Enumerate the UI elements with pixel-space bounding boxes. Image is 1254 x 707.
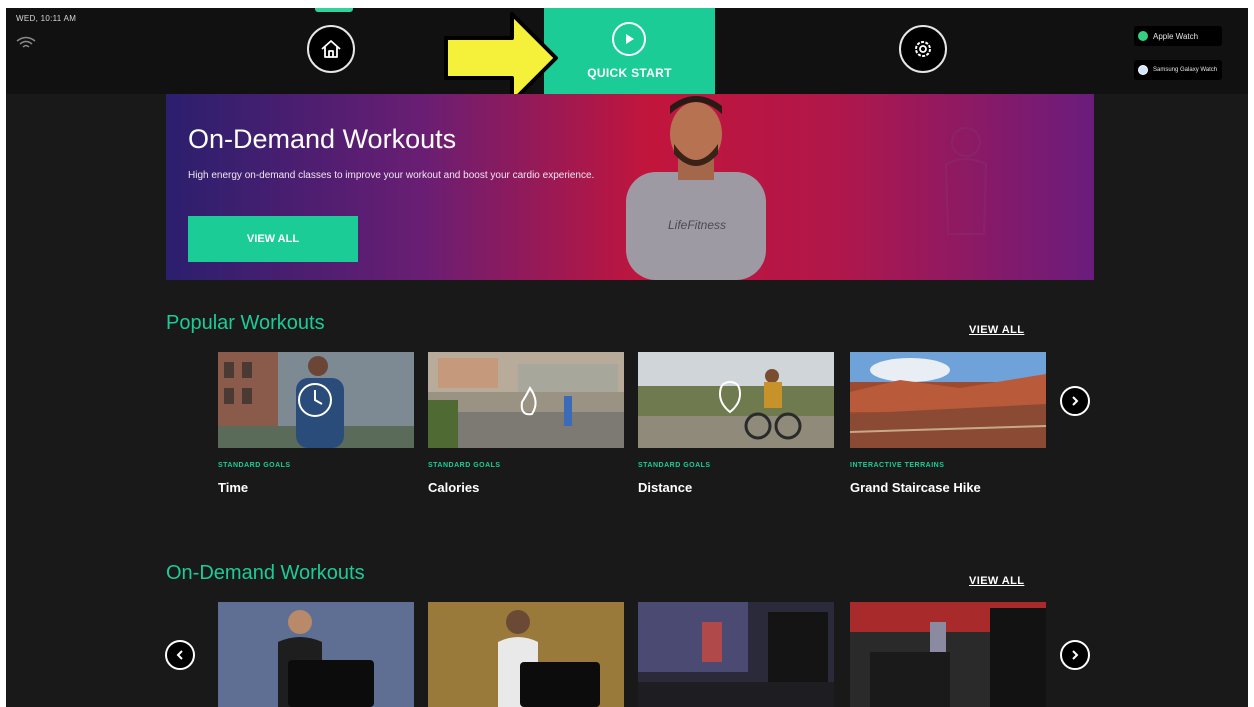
ondemand-thumbnail-2[interactable] bbox=[428, 602, 624, 707]
home-button[interactable] bbox=[307, 25, 355, 73]
workout-category: STANDARD GOALS bbox=[428, 462, 501, 469]
apple-watch-icon bbox=[1138, 31, 1148, 41]
samsung-icon bbox=[1138, 65, 1148, 75]
ondemand-next-button[interactable] bbox=[1060, 640, 1090, 670]
ondemand-prev-button[interactable] bbox=[165, 640, 195, 670]
workout-thumbnail bbox=[218, 352, 414, 448]
workout-title: Time bbox=[218, 480, 249, 495]
workout-thumbnail bbox=[638, 352, 834, 448]
hero-subtitle: High energy on-demand classes to improve… bbox=[188, 170, 595, 181]
status-clock: WED, 10:11 AM bbox=[16, 14, 77, 23]
hero-title: On-Demand Workouts bbox=[188, 124, 457, 154]
app-screen: WED, 10:11 AM QUICK START Apple Watch Sa… bbox=[6, 8, 1248, 707]
annotation-arrow-icon bbox=[444, 12, 558, 104]
ondemand-workouts-title: On-Demand Workouts bbox=[166, 562, 365, 584]
workout-category: STANDARD GOALS bbox=[638, 462, 711, 469]
svg-text:LifeFitness: LifeFitness bbox=[668, 218, 726, 232]
instructor-image: LifeFitness bbox=[626, 96, 766, 280]
workout-title: Grand Staircase Hike bbox=[850, 480, 981, 495]
ondemand-thumbnail-4[interactable] bbox=[850, 602, 1046, 707]
active-tab-indicator bbox=[315, 8, 353, 12]
top-bar: WED, 10:11 AM QUICK START Apple Watch Sa… bbox=[6, 8, 1248, 94]
workout-category: INTERACTIVE TERRAINS bbox=[850, 462, 945, 469]
chevron-left-icon bbox=[176, 650, 183, 660]
workout-category: STANDARD GOALS bbox=[218, 462, 291, 469]
quick-start-button[interactable]: QUICK START bbox=[544, 8, 715, 94]
workout-card-calories[interactable]: STANDARD GOALS Calories bbox=[428, 352, 624, 502]
hero-view-all-button[interactable]: VIEW ALL bbox=[188, 216, 358, 262]
home-icon bbox=[321, 40, 341, 58]
workout-title: Distance bbox=[638, 480, 693, 495]
ondemand-thumbnail-3[interactable] bbox=[638, 602, 834, 707]
workout-thumbnail bbox=[850, 352, 1046, 448]
workout-thumbnail bbox=[428, 352, 624, 448]
hero-banner: On-Demand Workouts High energy on-demand… bbox=[166, 94, 1094, 280]
decorative-figure-icon bbox=[944, 127, 988, 235]
apple-watch-connect[interactable]: Apple Watch bbox=[1134, 26, 1222, 46]
workout-card-grand-staircase-hike[interactable]: INTERACTIVE TERRAINS Grand Staircase Hik… bbox=[850, 352, 1046, 502]
ondemand-thumbnail-1[interactable] bbox=[218, 602, 414, 707]
quick-start-label: QUICK START bbox=[587, 66, 672, 80]
wifi-icon bbox=[16, 36, 36, 53]
chevron-right-icon bbox=[1072, 396, 1079, 406]
samsung-watch-connect[interactable]: Samsung Galaxy Watch bbox=[1134, 60, 1222, 80]
apple-watch-label: Apple Watch bbox=[1153, 31, 1199, 41]
ondemand-view-all-link[interactable]: VIEW ALL bbox=[969, 575, 1024, 587]
chevron-right-icon bbox=[1072, 650, 1079, 660]
popular-workouts-title: Popular Workouts bbox=[166, 312, 325, 334]
popular-next-button[interactable] bbox=[1060, 386, 1090, 416]
settings-button[interactable] bbox=[899, 25, 947, 73]
workout-title: Calories bbox=[428, 480, 480, 495]
workout-card-time[interactable]: STANDARD GOALS Time bbox=[218, 352, 414, 502]
workout-card-distance[interactable]: STANDARD GOALS Distance bbox=[638, 352, 834, 502]
play-icon bbox=[612, 22, 646, 56]
popular-view-all-link[interactable]: VIEW ALL bbox=[969, 324, 1024, 336]
samsung-watch-label: Samsung Galaxy Watch bbox=[1153, 66, 1218, 73]
gear-icon bbox=[915, 41, 931, 57]
